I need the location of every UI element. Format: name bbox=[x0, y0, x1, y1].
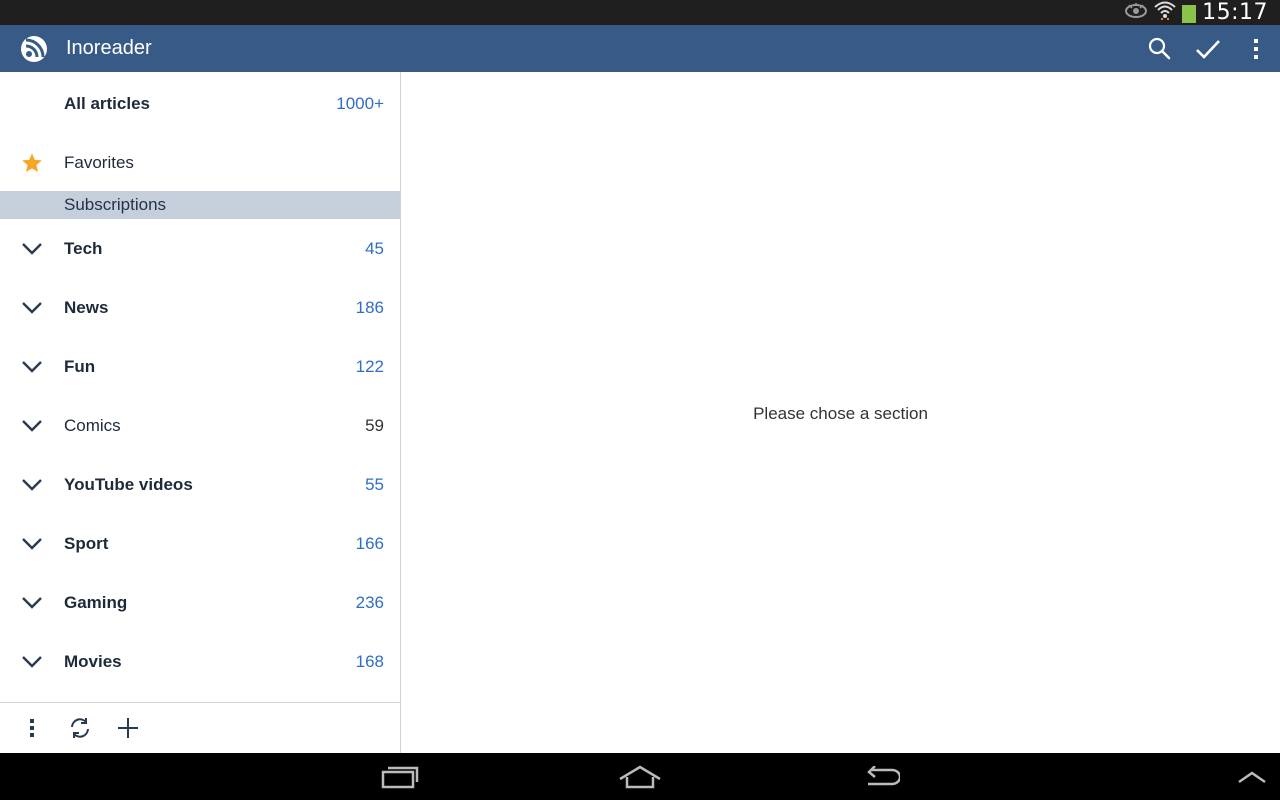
unread-count: 122 bbox=[355, 356, 384, 376]
rss-logo-icon[interactable] bbox=[20, 35, 48, 63]
sidebar-item-label: Favorites bbox=[64, 152, 134, 172]
status-time: 15:17 bbox=[1202, 0, 1268, 25]
folder-row-tech[interactable]: Tech 45 bbox=[0, 219, 400, 278]
section-header-subscriptions: Subscriptions bbox=[0, 191, 400, 219]
home-button[interactable] bbox=[600, 753, 680, 800]
unread-count: 1000+ bbox=[336, 93, 384, 113]
checkmark-icon bbox=[1196, 39, 1220, 59]
overflow-menu-button[interactable] bbox=[1232, 25, 1280, 72]
section-header-label: Subscriptions bbox=[64, 195, 167, 214]
overflow-menu-icon bbox=[30, 719, 34, 737]
chevron-down-icon[interactable] bbox=[0, 514, 64, 573]
chevron-down-icon[interactable] bbox=[0, 337, 64, 396]
main-content: Please chose a section bbox=[401, 72, 1280, 753]
folder-row-sport[interactable]: Sport 166 bbox=[0, 514, 400, 573]
star-icon bbox=[0, 133, 64, 192]
add-subscription-button[interactable] bbox=[104, 703, 152, 753]
folder-row-comics[interactable]: Comics 59 bbox=[0, 396, 400, 455]
unread-count: 55 bbox=[365, 474, 384, 494]
unread-count: 45 bbox=[365, 238, 384, 258]
folder-label: Fun bbox=[64, 356, 96, 376]
mark-all-read-button[interactable] bbox=[1184, 25, 1232, 72]
sidebar-item-label: All articles bbox=[64, 93, 150, 113]
search-button[interactable] bbox=[1136, 25, 1184, 72]
eye-icon bbox=[1124, 2, 1148, 23]
back-icon bbox=[867, 765, 900, 785]
folder-label: YouTube videos bbox=[64, 474, 193, 494]
recent-apps-button[interactable] bbox=[360, 753, 440, 800]
chevron-down-icon[interactable] bbox=[0, 455, 64, 514]
chevron-down-icon[interactable] bbox=[0, 573, 64, 632]
folder-row-gaming[interactable]: Gaming 236 bbox=[0, 573, 400, 632]
folder-label: Gaming bbox=[64, 592, 128, 612]
sidebar-footer bbox=[0, 702, 400, 753]
folder-label: Tech bbox=[64, 238, 103, 258]
overflow-menu-icon bbox=[1254, 38, 1258, 59]
empty-state-message: Please chose a section bbox=[753, 404, 928, 423]
status-bar: 15:17 bbox=[0, 0, 1280, 25]
chevron-down-icon[interactable] bbox=[0, 632, 64, 691]
chevron-up-icon bbox=[1238, 770, 1266, 783]
refresh-button[interactable] bbox=[56, 703, 104, 753]
search-icon bbox=[1148, 37, 1171, 59]
folder-row-fun[interactable]: Fun 122 bbox=[0, 337, 400, 396]
sidebar-item-favorites[interactable]: Favorites bbox=[0, 133, 400, 192]
folder-label: News bbox=[64, 297, 109, 317]
folder-row-news[interactable]: News 186 bbox=[0, 278, 400, 337]
home-icon bbox=[619, 765, 661, 788]
battery-icon bbox=[1182, 2, 1197, 23]
show-bar-button[interactable] bbox=[1212, 753, 1280, 800]
plus-icon bbox=[118, 718, 138, 738]
unread-count: 186 bbox=[355, 297, 384, 317]
unread-count: 166 bbox=[355, 533, 384, 553]
folder-row-youtube-videos[interactable]: YouTube videos 55 bbox=[0, 455, 400, 514]
chevron-down-icon[interactable] bbox=[0, 396, 64, 455]
sidebar-item-all-articles[interactable]: All articles 1000+ bbox=[0, 74, 400, 133]
sidebar-menu-button[interactable] bbox=[8, 703, 56, 753]
app-bar-actions bbox=[1136, 25, 1280, 72]
folder-label: Sport bbox=[64, 533, 109, 553]
app-title: Inoreader bbox=[66, 37, 152, 59]
unread-count: 59 bbox=[365, 415, 384, 435]
back-button[interactable] bbox=[842, 753, 922, 800]
refresh-icon bbox=[71, 718, 89, 738]
recent-apps-icon bbox=[381, 766, 419, 788]
chevron-down-icon[interactable] bbox=[0, 219, 64, 278]
wifi-icon bbox=[1154, 0, 1176, 25]
app-bar: Inoreader bbox=[0, 25, 1280, 72]
sidebar: All articles 1000+ Favorites Subscriptio… bbox=[0, 72, 400, 753]
chevron-down-icon[interactable] bbox=[0, 278, 64, 337]
system-nav-bar bbox=[0, 753, 1280, 800]
unread-count: 168 bbox=[355, 651, 384, 671]
folder-label: Comics bbox=[64, 415, 121, 435]
folder-label: Movies bbox=[64, 651, 122, 671]
unread-count: 236 bbox=[355, 592, 384, 612]
folder-row-movies[interactable]: Movies 168 bbox=[0, 632, 400, 691]
